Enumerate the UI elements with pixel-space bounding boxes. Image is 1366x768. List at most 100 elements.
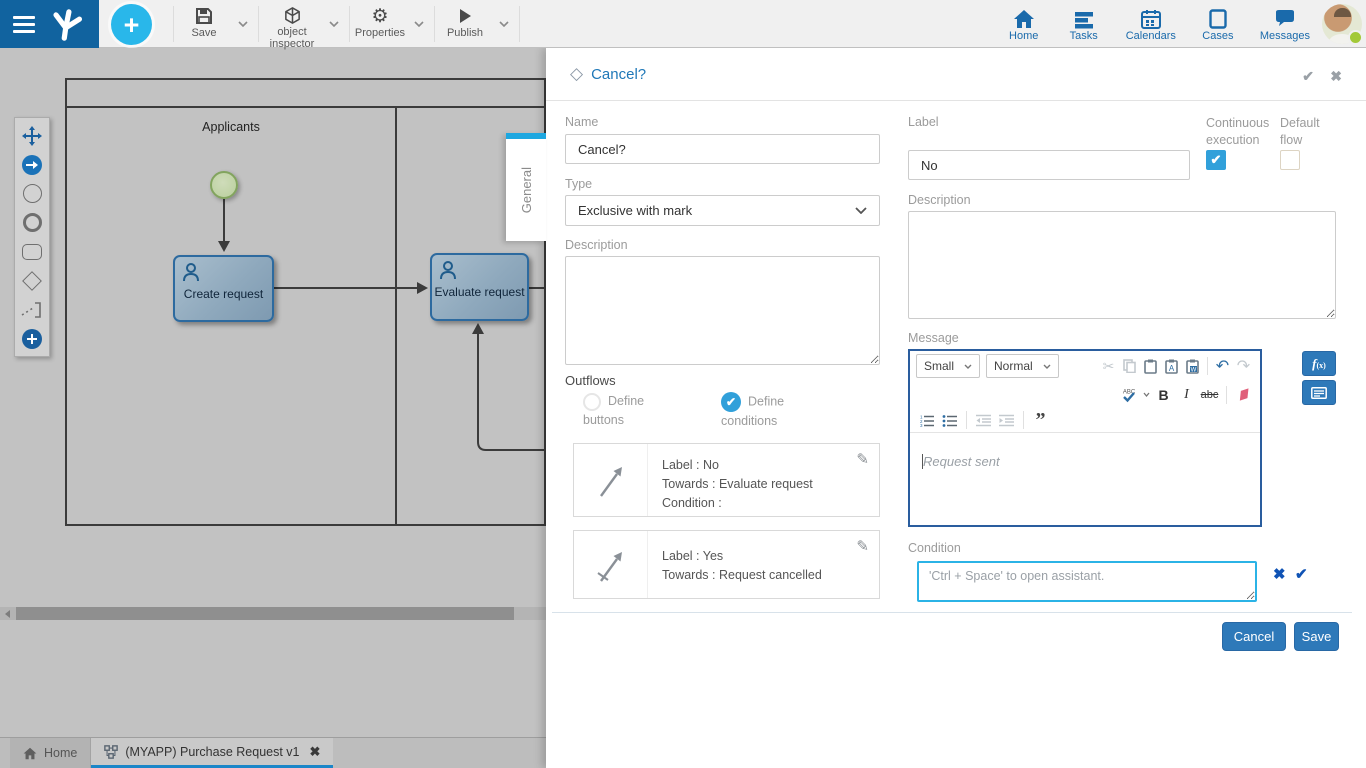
message-editor-body[interactable]: Request sent — [910, 433, 1260, 521]
publish-button[interactable]: Publish — [438, 1, 492, 47]
italic-icon[interactable]: I — [1176, 384, 1197, 405]
palette-annotation-tool[interactable] — [15, 295, 49, 324]
panel-title: Cancel? — [591, 66, 646, 83]
paste-icon[interactable] — [1140, 356, 1161, 377]
cancel-button[interactable]: Cancel — [1222, 622, 1286, 651]
close-tab-icon[interactable]: ✖ — [310, 744, 321, 760]
outflow-label-line: Label : No — [662, 456, 813, 475]
select-caret-icon — [964, 364, 972, 369]
scrollbar-thumb[interactable] — [16, 607, 514, 620]
hamburger-menu-icon[interactable] — [13, 12, 35, 37]
description-label: Description — [565, 238, 628, 252]
copy-icon[interactable] — [1119, 356, 1140, 377]
remove-format-eraser-icon[interactable] — [1233, 384, 1254, 405]
condition-cancel-icon[interactable]: ✖ — [1273, 565, 1286, 583]
form-field-icon — [1311, 387, 1327, 399]
strikethrough-icon[interactable]: abc — [1199, 384, 1220, 405]
cut-icon[interactable]: ✂ — [1098, 356, 1119, 377]
home-icon — [1013, 7, 1035, 29]
select-chevron-icon — [855, 207, 867, 214]
outflow-card-yes[interactable]: Label : Yes Towards : Request cancelled … — [573, 530, 880, 599]
palette-start-event-tool[interactable] — [15, 179, 49, 208]
palette-move-tool[interactable] — [15, 121, 49, 150]
tab-general[interactable]: General — [506, 133, 546, 241]
home-tab-icon — [23, 747, 37, 760]
font-size-select[interactable]: Small — [916, 354, 980, 378]
scroll-left-arrow[interactable] — [0, 607, 14, 620]
spellcheck-icon[interactable]: ABC — [1118, 384, 1139, 405]
paste-as-text-icon[interactable]: A — [1161, 356, 1182, 377]
panel-apply-icon[interactable]: ✔ — [1302, 68, 1314, 85]
condition-label: Condition — [908, 541, 961, 555]
app-logo[interactable] — [0, 0, 99, 48]
condition-confirm-icon[interactable]: ✔ — [1295, 565, 1308, 583]
panel-close-icon[interactable]: ✖ — [1330, 68, 1342, 85]
message-placeholder: Request sent — [923, 454, 1000, 469]
diagram-canvas[interactable]: Applicants Create request Evaluate reque… — [0, 48, 546, 737]
properties-dropdown-chevron[interactable] — [407, 1, 431, 47]
edit-pencil-icon[interactable]: ✎ — [856, 450, 869, 468]
outflow-label-line: Label : Yes — [662, 547, 822, 566]
description-textarea[interactable] — [565, 256, 880, 365]
blockquote-icon[interactable]: ” — [1030, 410, 1051, 431]
outdent-icon[interactable] — [973, 410, 994, 431]
task-evaluate-request[interactable]: Evaluate request — [430, 253, 529, 321]
document-tabbar: Home (MYAPP) Purchase Request v1 ✖ — [0, 737, 546, 768]
undo-icon[interactable]: ↶ — [1212, 356, 1233, 377]
save-dropdown-chevron[interactable] — [231, 1, 255, 47]
object-inspector-dropdown-chevron[interactable] — [322, 1, 346, 47]
type-label: Type — [565, 177, 592, 191]
default-flow-checkbox[interactable] — [1280, 150, 1300, 170]
indent-icon[interactable] — [996, 410, 1017, 431]
palette-task-tool[interactable] — [15, 237, 49, 266]
start-event[interactable] — [210, 171, 238, 199]
add-new-button[interactable]: + — [111, 4, 152, 45]
redo-icon[interactable]: ↷ — [1233, 356, 1254, 377]
properties-button[interactable]: ⚙ Properties — [353, 1, 407, 47]
save-panel-button[interactable]: Save — [1294, 622, 1339, 651]
tab-home[interactable]: Home — [10, 738, 91, 768]
continuous-execution-checkbox[interactable]: ✔ — [1206, 150, 1226, 170]
nav-messages[interactable]: Messages — [1260, 7, 1310, 42]
bold-icon[interactable]: B — [1153, 384, 1174, 405]
nav-calendars[interactable]: Calendars — [1126, 7, 1176, 42]
paste-from-word-icon[interactable]: W — [1182, 356, 1203, 377]
paragraph-format-select[interactable]: Normal — [986, 354, 1059, 378]
rich-text-editor: Small Normal ✂ A W — [908, 349, 1262, 527]
bullet-list-icon[interactable] — [939, 410, 960, 431]
palette-sequence-flow-tool[interactable] — [15, 150, 49, 179]
outflows-mode-radios: Define buttons ✔Define conditions — [583, 392, 813, 431]
insert-field-button[interactable] — [1302, 380, 1336, 405]
nav-tasks[interactable]: Tasks — [1066, 7, 1102, 42]
radio-define-conditions[interactable]: ✔Define conditions — [721, 392, 813, 431]
spellcheck-caret-icon[interactable] — [1141, 384, 1151, 405]
label-input[interactable] — [908, 150, 1190, 180]
type-select[interactable]: Exclusive with mark — [565, 195, 880, 226]
radio-define-buttons[interactable]: Define buttons — [583, 392, 675, 431]
edit-pencil-icon[interactable]: ✎ — [856, 537, 869, 555]
name-input[interactable] — [565, 134, 880, 164]
nav-home[interactable]: Home — [1006, 7, 1042, 42]
palette-add-tool[interactable] — [15, 324, 49, 353]
palette-gateway-tool[interactable] — [15, 266, 49, 295]
numbered-list-icon[interactable]: 123 — [916, 410, 937, 431]
top-toolbar: + Save object inspector — [0, 0, 1366, 48]
save-button[interactable]: Save — [177, 1, 231, 47]
publish-dropdown-chevron[interactable] — [492, 1, 516, 47]
condition-textarea[interactable] — [917, 561, 1257, 602]
insert-expression-button[interactable]: f(x) — [1302, 351, 1336, 376]
outflow-towards-line: Towards : Evaluate request — [662, 475, 813, 494]
outflow-card-no[interactable]: Label : No Towards : Evaluate request Co… — [573, 443, 880, 517]
nav-cases[interactable]: Cases — [1200, 7, 1236, 42]
object-inspector-button[interactable]: object inspector — [262, 1, 322, 47]
application-window: + Save object inspector — [0, 0, 1366, 768]
horizontal-scrollbar[interactable] — [0, 607, 546, 620]
properties-panel: ◇ Cancel? ✔ ✖ Name Type Exclusive with m… — [546, 48, 1366, 768]
description2-textarea[interactable] — [908, 211, 1336, 319]
tab-purchase-request[interactable]: (MYAPP) Purchase Request v1 ✖ — [91, 738, 333, 768]
task-create-request[interactable]: Create request — [173, 255, 274, 322]
cases-icon — [1209, 7, 1227, 29]
editor-toolbar-row1: Small Normal ✂ A W — [910, 351, 1260, 381]
fx-icon: f(x) — [1312, 356, 1326, 372]
palette-end-event-tool[interactable] — [15, 208, 49, 237]
